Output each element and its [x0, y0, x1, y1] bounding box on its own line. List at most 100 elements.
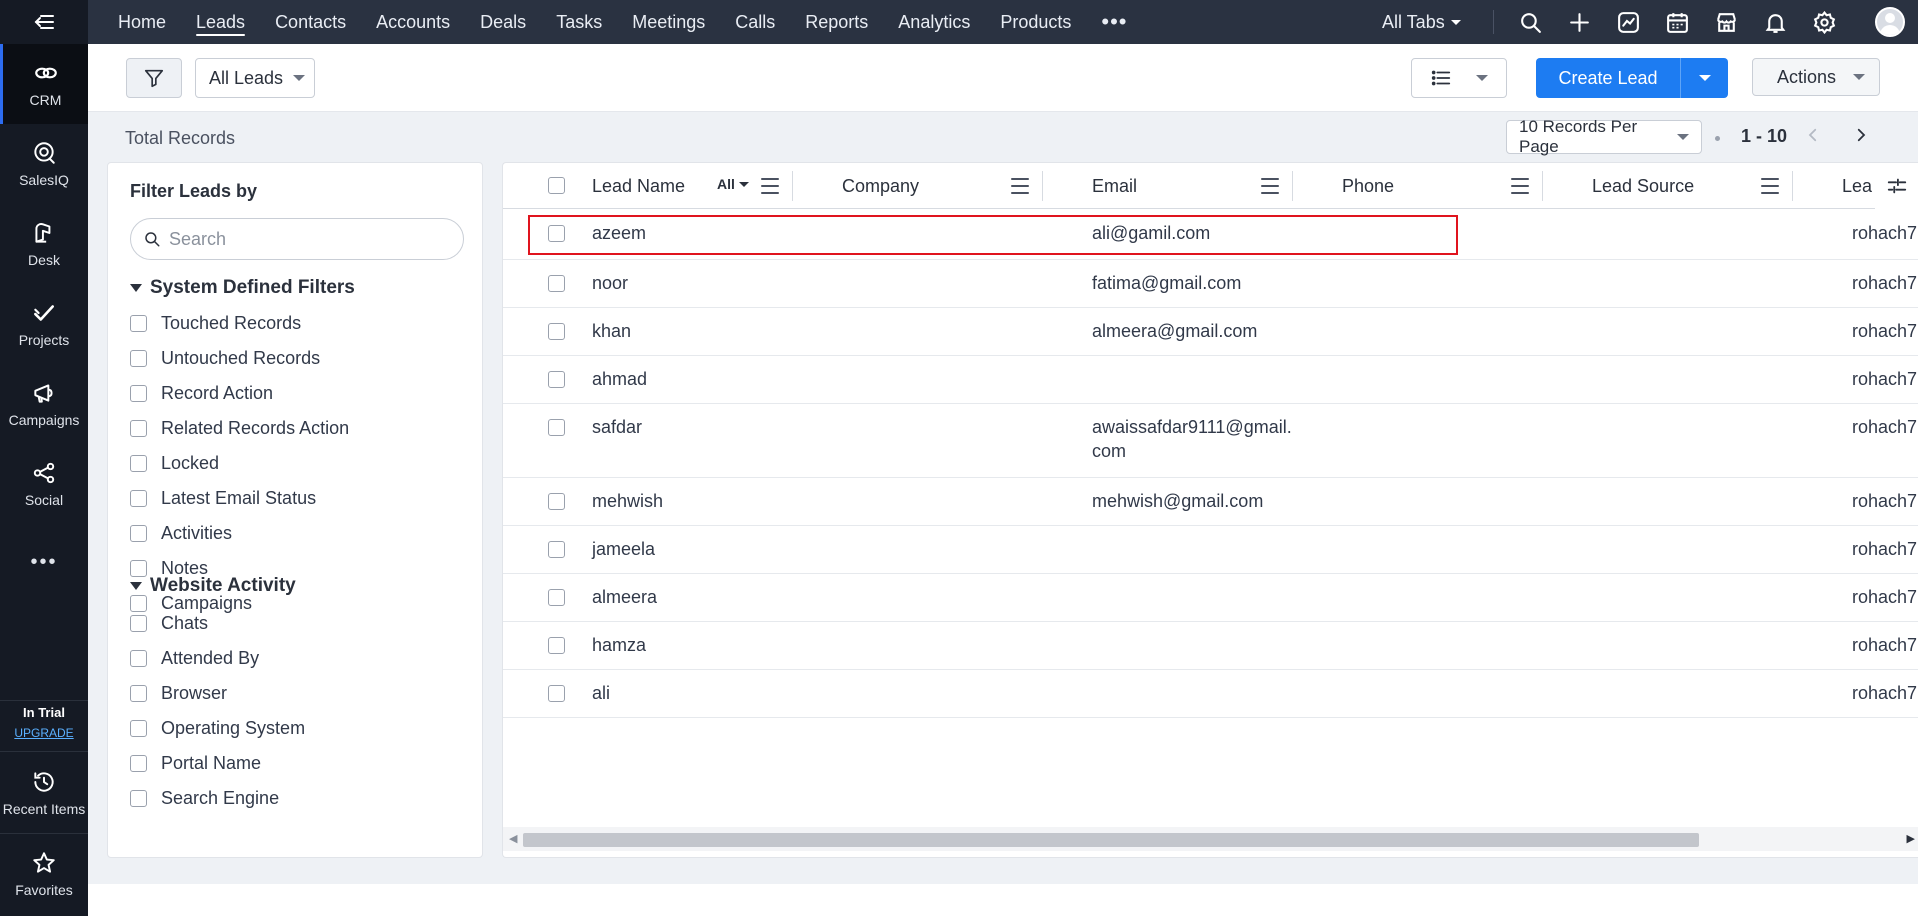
- scrollbar-thumb[interactable]: [523, 833, 1699, 847]
- column-divider[interactable]: [792, 171, 793, 201]
- nav-tab-home[interactable]: Home: [88, 0, 166, 44]
- marketplace-icon[interactable]: [1714, 10, 1739, 35]
- table-row[interactable]: hamza rohach7: [503, 622, 1918, 670]
- table-row[interactable]: safdar awaissafdar9111@gmail. rohach7 com: [503, 404, 1918, 478]
- column-menu-icon[interactable]: [1761, 178, 1779, 194]
- nav-tab-leads[interactable]: Leads: [166, 0, 246, 44]
- filter-option[interactable]: Operating System: [130, 718, 305, 739]
- filter-option[interactable]: Chats: [130, 613, 208, 634]
- nav-tab-products[interactable]: Products: [970, 0, 1071, 44]
- custom-view-dropdown[interactable]: All Leads: [195, 58, 315, 98]
- filter-checkbox[interactable]: [130, 455, 147, 472]
- search-icon[interactable]: [1518, 10, 1543, 35]
- column-header-company[interactable]: Company: [842, 163, 919, 209]
- scroll-left-icon[interactable]: ◀: [509, 832, 517, 845]
- rail-item-favorites[interactable]: Favorites: [0, 833, 88, 913]
- menu-toggle-button[interactable]: [0, 0, 88, 44]
- scroll-right-icon[interactable]: ▶: [1907, 832, 1915, 845]
- row-checkbox[interactable]: [548, 541, 565, 558]
- records-per-page-dropdown[interactable]: 10 Records Per Page: [1506, 117, 1702, 156]
- lead-name-cell[interactable]: jameela: [592, 537, 655, 561]
- lead-name-cell[interactable]: safdar: [592, 415, 642, 439]
- upgrade-link[interactable]: UPGRADE: [0, 726, 88, 740]
- row-checkbox[interactable]: [548, 419, 565, 436]
- rail-item-campaigns[interactable]: Campaigns: [0, 364, 88, 444]
- nav-tab-deals[interactable]: Deals: [450, 0, 526, 44]
- row-checkbox[interactable]: [548, 589, 565, 606]
- column-header-lead-name[interactable]: Lead Name: [592, 163, 685, 209]
- next-page-button[interactable]: [1852, 124, 1870, 150]
- column-menu-icon[interactable]: [1011, 178, 1029, 194]
- nav-tab-meetings[interactable]: Meetings: [602, 0, 705, 44]
- filter-option[interactable]: Latest Email Status: [130, 488, 316, 509]
- rail-more-button[interactable]: •••: [0, 532, 88, 592]
- nav-tab-contacts[interactable]: Contacts: [245, 0, 346, 44]
- row-checkbox[interactable]: [548, 493, 565, 510]
- all-tabs-dropdown[interactable]: All Tabs: [1382, 0, 1461, 44]
- table-row[interactable]: ali rohach7: [503, 670, 1918, 718]
- filter-checkbox[interactable]: [130, 615, 147, 632]
- filter-option[interactable]: Untouched Records: [130, 348, 320, 369]
- filter-option[interactable]: Attended By: [130, 648, 259, 669]
- column-divider[interactable]: [1292, 171, 1293, 201]
- table-row[interactable]: ahmad rohach7: [503, 356, 1918, 404]
- lead-name-cell[interactable]: ali: [592, 681, 610, 705]
- lead-name-cell[interactable]: almeera: [592, 585, 657, 609]
- table-row[interactable]: noor fatima@gmail.com rohach7: [503, 260, 1918, 308]
- filter-option[interactable]: Locked: [130, 453, 219, 474]
- rail-item-salesiq[interactable]: SalesIQ: [0, 124, 88, 204]
- actions-dropdown[interactable]: Actions: [1752, 58, 1880, 96]
- lead-name-cell[interactable]: ahmad: [592, 367, 647, 391]
- column-menu-icon[interactable]: [1261, 178, 1279, 194]
- column-divider[interactable]: [1542, 171, 1543, 201]
- nav-tab-calls[interactable]: Calls: [705, 0, 775, 44]
- nav-tab-reports[interactable]: Reports: [775, 0, 868, 44]
- filter-option[interactable]: Related Records Action: [130, 418, 349, 439]
- filter-checkbox[interactable]: [130, 315, 147, 332]
- column-menu-icon[interactable]: [1511, 178, 1529, 194]
- rail-item-recent-items[interactable]: Recent Items: [0, 753, 88, 833]
- row-checkbox[interactable]: [548, 371, 565, 388]
- table-row[interactable]: jameela rohach7: [503, 526, 1918, 574]
- plus-icon[interactable]: [1567, 10, 1592, 35]
- nav-tab-accounts[interactable]: Accounts: [346, 0, 450, 44]
- manage-columns-button[interactable]: [1875, 163, 1918, 209]
- gear-icon[interactable]: [1812, 10, 1837, 35]
- row-checkbox[interactable]: [548, 275, 565, 292]
- lead-name-cell[interactable]: noor: [592, 271, 628, 295]
- horizontal-scrollbar[interactable]: ◀ ▶: [503, 827, 1918, 851]
- filter-search-input[interactable]: [169, 228, 439, 250]
- row-checkbox[interactable]: [548, 685, 565, 702]
- lead-name-filter-dropdown[interactable]: All: [717, 176, 749, 192]
- filter-toggle-button[interactable]: [126, 58, 182, 98]
- rail-item-projects[interactable]: Projects: [0, 284, 88, 364]
- lead-name-cell[interactable]: hamza: [592, 633, 646, 657]
- row-checkbox[interactable]: [548, 323, 565, 340]
- create-lead-button[interactable]: Create Lead: [1536, 58, 1680, 98]
- column-divider[interactable]: [1792, 171, 1793, 201]
- filter-checkbox[interactable]: [130, 650, 147, 667]
- table-row[interactable]: khan almeera@gmail.com rohach7: [503, 308, 1918, 356]
- column-header-lead-owner[interactable]: Lead Owner: [1842, 163, 1872, 209]
- filter-option[interactable]: Browser: [130, 683, 227, 704]
- column-divider[interactable]: [1042, 171, 1043, 201]
- view-mode-dropdown[interactable]: [1411, 58, 1507, 98]
- filter-checkbox[interactable]: [130, 595, 147, 612]
- column-menu-icon[interactable]: [761, 178, 779, 194]
- rail-item-desk[interactable]: Desk: [0, 204, 88, 284]
- create-lead-options-button[interactable]: [1680, 58, 1728, 98]
- filter-checkbox[interactable]: [130, 790, 147, 807]
- column-header-email[interactable]: Email: [1092, 163, 1137, 209]
- filter-checkbox[interactable]: [130, 755, 147, 772]
- table-row[interactable]: almeera rohach7: [503, 574, 1918, 622]
- lead-name-cell[interactable]: khan: [592, 319, 631, 343]
- column-header-lead-source[interactable]: Lead Source: [1592, 163, 1694, 209]
- filter-option[interactable]: Search Engine: [130, 788, 279, 809]
- lead-name-cell[interactable]: mehwish: [592, 489, 663, 513]
- filter-checkbox[interactable]: [130, 420, 147, 437]
- filter-option[interactable]: Portal Name: [130, 753, 261, 774]
- rail-item-social[interactable]: Social: [0, 444, 88, 524]
- column-header-phone[interactable]: Phone: [1342, 163, 1394, 209]
- filter-option[interactable]: Record Action: [130, 383, 273, 404]
- filter-option[interactable]: Activities: [130, 523, 232, 544]
